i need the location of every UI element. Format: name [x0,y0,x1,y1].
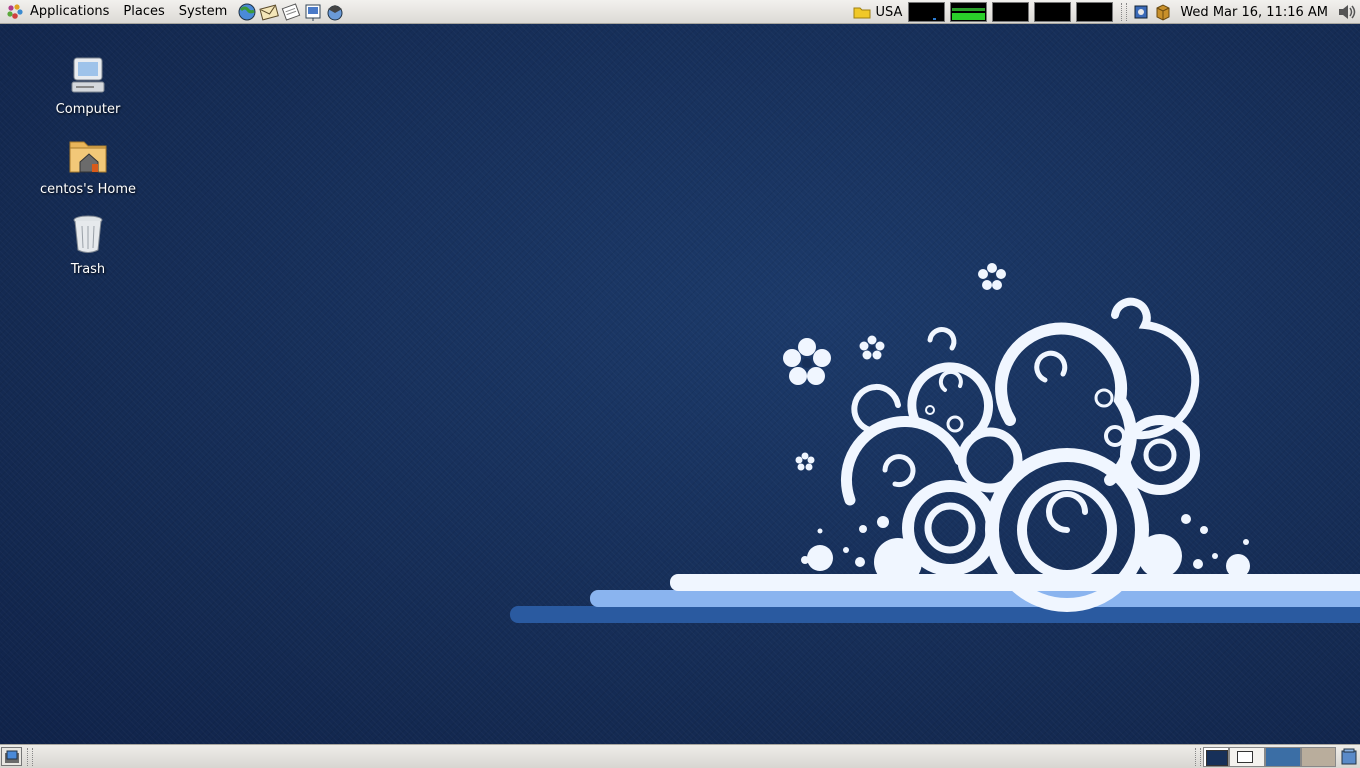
system-monitor-load[interactable] [1076,2,1114,22]
gnome-foot-icon [7,3,23,19]
notes-icon [281,2,301,21]
applications-menu[interactable]: Applications [0,0,116,24]
system-monitor-memory[interactable] [950,2,988,22]
keyboard-layout-indicator[interactable]: USA [853,5,902,20]
tray-package-manager[interactable] [1152,1,1174,23]
places-menu-label: Places [123,4,165,19]
desktop-icon-label: Computer [55,102,121,117]
desktop-icon-label: centos's Home [39,182,137,197]
workspace-1[interactable] [1203,747,1229,767]
workspace-switcher-handle[interactable] [1195,748,1201,766]
keyboard-layout-label: USA [875,4,903,20]
system-monitor-swap[interactable] [1034,2,1072,22]
top-panel: Applications Places System USA Wed Mar 1… [0,0,1360,24]
workspace-3[interactable] [1265,747,1301,767]
launcher-web-browser[interactable] [236,1,258,23]
update-notifier-icon [1134,5,1148,19]
bottom-panel-drag-handle[interactable] [27,748,33,766]
show-desktop-icon [4,750,19,763]
desktop-icon-trash[interactable]: Trash [33,212,143,277]
web-browser-icon [238,3,256,20]
launcher-help[interactable] [324,1,346,23]
help-icon [327,4,343,20]
volume-control[interactable] [1336,1,1358,23]
system-menu[interactable]: System [172,0,234,24]
notification-area: USA Wed Mar 16, 11:16 AM [853,0,1360,24]
volume-icon [1339,5,1356,19]
home-folder-icon [69,141,107,173]
tray-update-notifier[interactable] [1130,1,1152,23]
computer-icon [71,57,105,93]
workspace-2[interactable] [1229,747,1265,767]
package-icon [1156,4,1170,21]
applications-menu-label: Applications [30,4,110,19]
bottom-panel [0,744,1360,768]
system-monitor-network[interactable] [992,2,1030,22]
desktop-icon-home[interactable]: centos's Home [33,132,143,197]
wallpaper-swirl-art [510,263,1360,623]
keyboard-layout-flag-icon [853,7,871,19]
system-menu-label: System [178,4,228,19]
show-desktop-button[interactable] [1,747,22,766]
desktop-background[interactable]: Computer centos's Home Trash [0,24,1360,744]
launcher-presentation[interactable] [302,1,324,23]
clock[interactable]: Wed Mar 16, 11:16 AM [1180,5,1328,20]
trash-applet-icon [1341,748,1356,765]
desktop-icon-computer[interactable]: Computer [33,52,143,117]
email-icon [259,3,280,20]
presentation-icon [305,4,321,21]
trash-icon [73,215,103,253]
system-monitor-cpu[interactable] [908,2,946,22]
panel-drag-handle[interactable] [1121,3,1128,21]
launcher-email[interactable] [258,1,280,23]
workspace-4[interactable] [1301,747,1336,767]
desktop-icon-label: Trash [70,262,106,277]
launcher-notes[interactable] [280,1,302,23]
trash-applet[interactable] [1338,747,1359,767]
places-menu[interactable]: Places [116,0,171,24]
